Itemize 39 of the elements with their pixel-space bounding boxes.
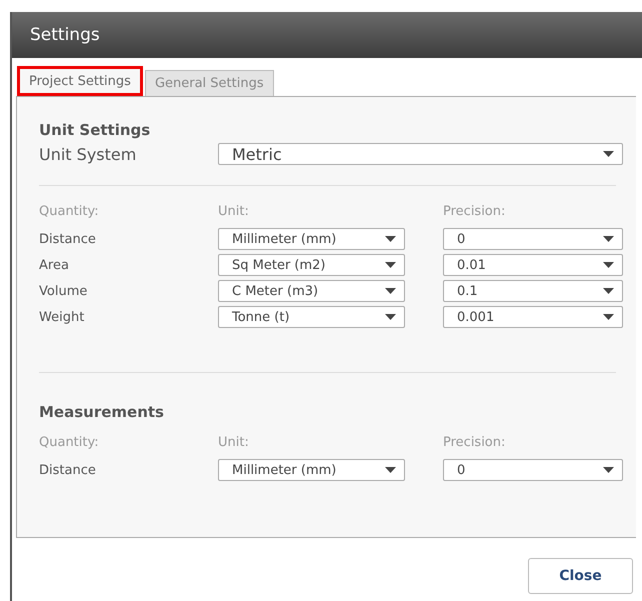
dropdown[interactable]: C Meter (m3) <box>218 280 405 302</box>
caret-icon <box>385 262 396 268</box>
quantity-label: Volume <box>39 284 88 298</box>
dropdown[interactable]: Millimeter (mm) <box>218 228 405 250</box>
window-title: Settings <box>12 12 642 58</box>
caret-icon <box>603 288 614 294</box>
caret-icon <box>385 288 396 294</box>
dropdown[interactable]: 0.001 <box>443 306 623 328</box>
quantity-label: Weight <box>39 310 86 324</box>
dropdown[interactable]: Millimeter (mm) <box>218 459 405 481</box>
dropdown[interactable]: 0 <box>443 228 623 250</box>
column-header: Precision: <box>443 434 506 450</box>
quantity-label: Distance <box>39 462 97 478</box>
tab[interactable]: Project Settings <box>17 66 143 96</box>
dropdown[interactable]: 0.01 <box>443 254 623 276</box>
dropdown[interactable]: 0.1 <box>443 280 623 302</box>
caret-icon <box>603 467 614 473</box>
dropdown[interactable]: Tonne (t) <box>218 306 405 328</box>
dropdown[interactable]: 0 <box>443 459 623 481</box>
close-button[interactable]: Close <box>528 558 633 594</box>
dropdown[interactable]: Metric <box>218 143 623 165</box>
unit-system-label: Unit System <box>39 144 138 164</box>
column-header: Unit: <box>218 204 250 218</box>
caret-icon <box>385 314 396 320</box>
quantity-label: Area <box>39 258 70 272</box>
caret-icon <box>385 236 396 242</box>
quantity-label: Distance <box>39 232 97 246</box>
column-header: Quantity: <box>39 204 100 218</box>
caret-icon <box>385 467 396 473</box>
column-header: Quantity: <box>39 434 100 450</box>
caret-icon <box>603 314 614 320</box>
caret-icon <box>603 236 614 242</box>
section-heading: Measurements <box>39 403 165 421</box>
section-heading: Unit Settings <box>39 121 152 139</box>
caret-icon <box>603 151 614 157</box>
column-header: Unit: <box>218 434 250 450</box>
caret-icon <box>603 262 614 268</box>
column-header: Precision: <box>443 204 506 218</box>
dropdown[interactable]: Sq Meter (m2) <box>218 254 405 276</box>
